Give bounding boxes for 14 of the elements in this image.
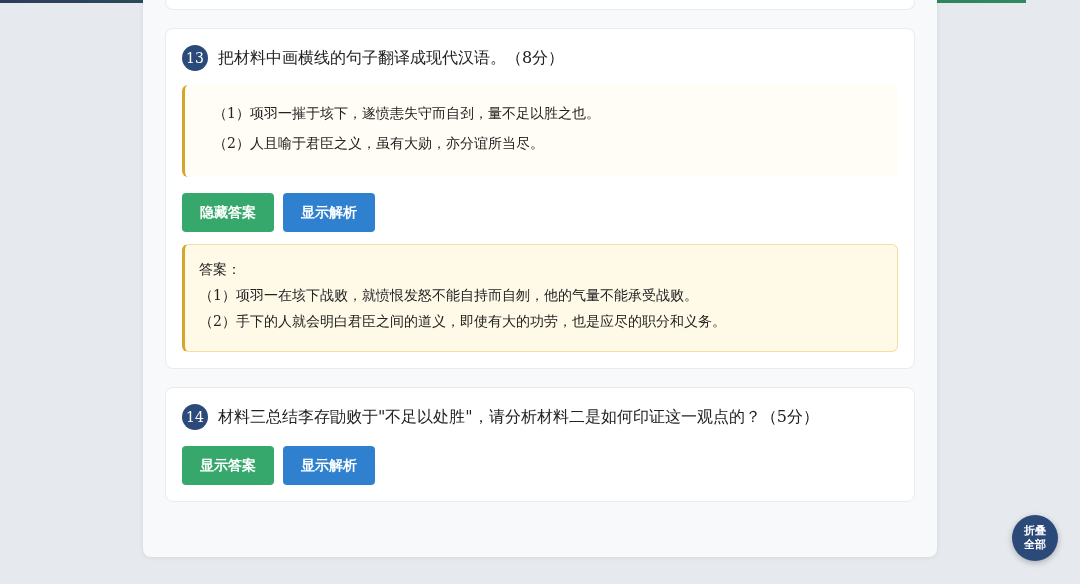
question-text: 把材料中画横线的句子翻译成现代汉语。（8分） [218,47,565,69]
question-number-badge: 13 [182,45,208,71]
question-number-badge: 14 [182,404,208,430]
question-text: 材料三总结李存勖败于"不足以处胜"，请分析材料二是如何印证这一观点的？（5分） [218,406,819,428]
answer-toggle-button[interactable]: 显示答案 [182,446,274,485]
quote-line: （1）项羽一摧于垓下，遂愤恚失守而自刭，量不足以胜之也。 [213,105,601,123]
quote-line: （2）人且喻于君臣之义，虽有大勋，亦分谊所当尽。 [213,135,545,153]
collapse-all-button[interactable]: 折叠全部 [1012,515,1058,561]
answer-line: （2）手下的人就会明白君臣之间的道义，即使有大的功劳，也是应尽的职分和义务。 [199,313,727,331]
answer-title: 答案： [199,261,242,279]
answer-toggle-button[interactable]: 隐藏答案 [182,193,274,232]
analysis-toggle-button[interactable]: 显示解析 [283,193,375,232]
answer-line: （1）项羽一在垓下战败，就愤恨发怒不能自持而自刎，他的气量不能承受战败。 [199,287,699,305]
analysis-toggle-button[interactable]: 显示解析 [283,446,375,485]
